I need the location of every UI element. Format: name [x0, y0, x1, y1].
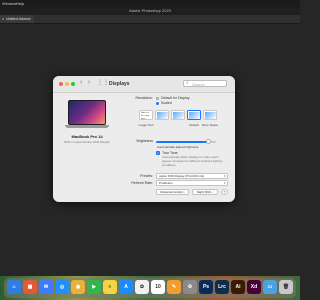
chevron-updown-icon: ⇕: [223, 181, 226, 185]
document-tab-label: Untitled Artwork: [6, 17, 31, 21]
photos-icon[interactable]: ✿: [135, 280, 149, 294]
menu-bar: Window Help: [0, 0, 300, 7]
forward-icon[interactable]: ›: [88, 79, 90, 87]
trash-icon[interactable]: 🗑: [279, 280, 293, 294]
laptop-base: [65, 125, 109, 128]
scale-option-3[interactable]: [171, 110, 185, 120]
device-name: MacBook Pro 14: [71, 134, 103, 139]
scale-preview: [189, 112, 200, 119]
finder-icon[interactable]: ☺: [7, 280, 21, 294]
back-icon[interactable]: ‹: [80, 79, 82, 87]
radio-default-for-display[interactable]: [156, 96, 159, 100]
close-button[interactable]: [59, 82, 63, 86]
calendar-icon[interactable]: 10: [151, 280, 165, 294]
radio-scaled-label: Scaled: [161, 101, 172, 105]
device-subtitle: Built-in Liquid Retina XDR Display: [64, 140, 110, 144]
scale-preview: [157, 112, 168, 119]
document-tab-bar: × Untitled Artwork: [0, 15, 300, 24]
radio-scaled[interactable]: [156, 101, 159, 105]
resolution-label: Resolution:: [135, 96, 153, 100]
lightroom-icon[interactable]: Lrc: [215, 280, 229, 294]
brightness-slider[interactable]: [156, 138, 216, 144]
appstore-icon[interactable]: A: [119, 280, 133, 294]
refresh-rate-value: ProMotion: [159, 181, 173, 185]
illustrator-icon[interactable]: Ai: [231, 280, 245, 294]
document-tab[interactable]: × Untitled Artwork: [0, 15, 34, 23]
facetime-icon[interactable]: ▶: [87, 280, 101, 294]
brightness-fill: [156, 140, 209, 143]
radio-default-for-display-label: Default for Display: [161, 96, 190, 100]
safari-icon[interactable]: ◎: [55, 280, 69, 294]
presets-value: Apple XDR Display (P3-1600 nits): [159, 174, 205, 178]
presets-select[interactable]: Apple XDR Display (P3-1600 nits) ⇕: [156, 173, 228, 179]
scale-preview: [173, 112, 184, 119]
true-tone-description: Automatically adapt display to make colo…: [162, 155, 223, 167]
messenger-icon[interactable]: ✉: [39, 280, 53, 294]
refresh-rate-select[interactable]: ProMotion ⇕: [156, 180, 228, 186]
displays-preferences-window: ‹ › ⋮⋮ Displays ⌕ Search MacBook Pro 14 …: [53, 76, 235, 202]
scale-sample-text: Here's to the crazy ones: [141, 112, 152, 120]
zoom-button[interactable]: [71, 82, 75, 86]
scale-preview: [205, 112, 216, 119]
scale-option-more-space[interactable]: [203, 110, 217, 120]
scale-option-default[interactable]: [187, 110, 201, 120]
brightness-knob[interactable]: [206, 138, 212, 144]
laptop-screen: [68, 100, 106, 125]
settings-icon[interactable]: ⚙: [183, 280, 197, 294]
window-toolbar: ‹ › ⋮⋮ Displays ⌕ Search: [53, 76, 235, 93]
universal-control-button[interactable]: Universal Control...: [156, 189, 189, 195]
xd-icon[interactable]: Xd: [247, 280, 261, 294]
night-shift-button[interactable]: Night Shift...: [192, 189, 218, 195]
search-icon: ⌕: [186, 80, 189, 86]
close-icon[interactable]: ×: [2, 15, 4, 23]
scale-option-larger-text[interactable]: Here's to the crazy ones: [139, 110, 153, 120]
scale-caption-larger-text: Larger Text: [138, 123, 154, 127]
auto-brightness-label: Automatically adjust brightness: [157, 145, 199, 149]
show-all-icon[interactable]: ⋮⋮: [97, 80, 109, 87]
launchpad-icon[interactable]: ▦: [23, 280, 37, 294]
scale-option-2[interactable]: [155, 110, 169, 120]
brightness-label: Brightness: [136, 139, 153, 143]
help-button[interactable]: ?: [221, 189, 228, 195]
laptop-image: [65, 100, 109, 130]
refresh-rate-label: Refresh Rate:: [131, 181, 153, 185]
window-title: Displays: [109, 81, 130, 87]
menu-help[interactable]: Help: [16, 0, 24, 7]
true-tone-checkbox[interactable]: ✓: [156, 151, 160, 155]
minimize-button[interactable]: [65, 82, 69, 86]
pages-icon[interactable]: ✎: [167, 280, 181, 294]
folder-icon[interactable]: ▭: [263, 280, 277, 294]
photoshop-icon[interactable]: Ps: [199, 280, 213, 294]
chrome-icon[interactable]: ◉: [71, 280, 85, 294]
search-placeholder: Search: [192, 81, 205, 87]
chevron-updown-icon: ⇕: [223, 174, 226, 178]
scale-caption-more-space: More Space: [201, 123, 219, 127]
search-field[interactable]: ⌕ Search: [183, 80, 227, 87]
presets-label: Presets:: [140, 174, 153, 178]
app-title: Adobe Photoshop 2023: [0, 7, 300, 15]
menu-window[interactable]: Window: [2, 0, 16, 7]
notes-icon[interactable]: ≡: [103, 280, 117, 294]
dock: ☺ ▦ ✉ ◎ ◉ ▶ ≡ A ✿ 10 ✎ ⚙ Ps Lrc Ai Xd ▭ 🗑: [4, 278, 296, 298]
